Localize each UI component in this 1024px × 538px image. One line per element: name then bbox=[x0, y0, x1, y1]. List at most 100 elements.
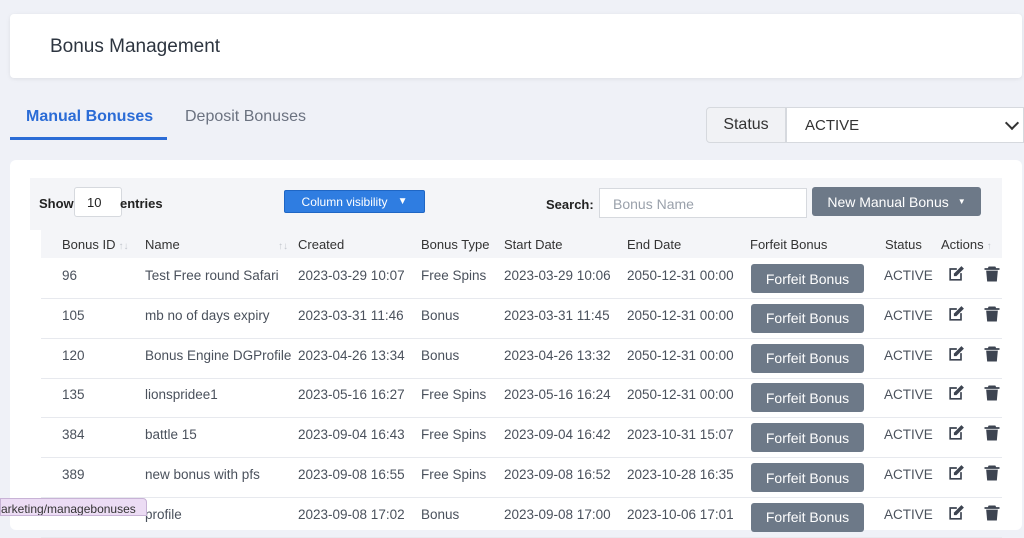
status-filter-label: Status bbox=[706, 107, 786, 143]
header-card: Bonus Management bbox=[10, 14, 1022, 78]
start-date-cell: 2023-03-29 10:06 bbox=[504, 268, 611, 283]
column-header-start-date[interactable]: Start Date bbox=[504, 237, 563, 252]
trash-icon[interactable] bbox=[982, 503, 1002, 523]
forfeit-bonus-button[interactable]: Forfeit Bonus bbox=[751, 264, 864, 293]
bonus-type-cell: Free Spins bbox=[421, 467, 487, 482]
created-cell: 2023-09-08 17:02 bbox=[298, 506, 405, 522]
name-cell: mb no of days expiry bbox=[145, 307, 270, 323]
new-manual-bonus-button[interactable]: New Manual Bonus ▼ bbox=[812, 187, 981, 216]
trash-icon[interactable] bbox=[982, 423, 1002, 443]
active-tab-underline bbox=[10, 137, 167, 140]
column-visibility-label: Column visibility bbox=[301, 194, 388, 209]
bonus-id-cell: 120 bbox=[62, 347, 85, 363]
bonus-type-cell: Bonus bbox=[421, 307, 460, 323]
name-cell: battle 15 bbox=[145, 427, 197, 443]
search-input[interactable]: Bonus Name bbox=[599, 188, 807, 218]
column-header-actions[interactable]: Actions ↑ bbox=[941, 237, 992, 252]
status-cell: ACTIVE bbox=[884, 387, 933, 403]
edit-icon[interactable] bbox=[946, 304, 966, 324]
sort-icon: ↑↓ bbox=[118, 241, 129, 252]
name-cell: new bonus with pfs bbox=[145, 467, 260, 482]
column-header-created[interactable]: Created bbox=[298, 237, 344, 252]
column-header-status[interactable]: Status bbox=[885, 237, 922, 252]
caret-down-icon: ▼ bbox=[957, 197, 966, 206]
created-cell: 2023-03-29 10:07 bbox=[298, 268, 405, 283]
forfeit-bonus-button[interactable]: Forfeit Bonus bbox=[751, 423, 864, 453]
start-date-cell: 2023-09-08 17:00 bbox=[504, 506, 611, 522]
bonus-type-cell: Bonus bbox=[421, 506, 460, 522]
page-length-select[interactable]: 10 bbox=[74, 187, 122, 217]
bonus-type-cell: Free Spins bbox=[421, 268, 487, 283]
end-date-cell: 2050-12-31 00:00 bbox=[627, 347, 734, 363]
triangle-down-icon: ▼ bbox=[397, 196, 408, 207]
new-manual-bonus-label: New Manual Bonus bbox=[827, 193, 949, 210]
forfeit-bonus-button[interactable]: Forfeit Bonus bbox=[751, 303, 864, 333]
status-cell: ACTIVE bbox=[884, 268, 933, 283]
trash-icon[interactable] bbox=[982, 344, 1002, 364]
start-date-cell: 2023-09-08 16:52 bbox=[504, 467, 611, 482]
show-label: Show bbox=[39, 196, 74, 211]
bonus-type-cell: Bonus bbox=[421, 347, 460, 363]
end-date-cell: 2023-10-31 15:07 bbox=[627, 427, 734, 443]
created-cell: 2023-03-31 11:46 bbox=[298, 307, 404, 323]
edit-icon[interactable] bbox=[946, 383, 966, 403]
start-date-cell: 2023-09-04 16:42 bbox=[504, 427, 611, 443]
forfeit-bonus-button[interactable]: Forfeit Bonus bbox=[751, 383, 864, 413]
status-cell: ACTIVE bbox=[884, 307, 933, 323]
bonus-type-cell: Free Spins bbox=[421, 427, 487, 443]
status-filter-value: ACTIVE bbox=[805, 116, 860, 134]
bonus-id-cell: 96 bbox=[62, 268, 78, 283]
bonus-type-cell: Free Spins bbox=[421, 387, 487, 403]
page-title: Bonus Management bbox=[50, 36, 221, 57]
trash-icon[interactable] bbox=[982, 264, 1002, 284]
column-header-forfeit-bonus[interactable]: Forfeit Bonus bbox=[750, 237, 827, 252]
trash-icon[interactable] bbox=[982, 304, 1002, 324]
bonus-id-cell: 135 bbox=[62, 387, 85, 403]
entries-label: entries bbox=[120, 196, 163, 211]
tab-manual-bonuses[interactable]: Manual Bonuses bbox=[26, 108, 153, 126]
name-cell: Bonus Engine DGProfile bbox=[145, 347, 292, 363]
start-date-cell: 2023-04-26 13:32 bbox=[504, 347, 611, 363]
forfeit-bonus-button[interactable]: Forfeit Bonus bbox=[751, 343, 864, 373]
name-cell: profile bbox=[145, 506, 182, 522]
end-date-cell: 2023-10-28 16:35 bbox=[627, 467, 734, 482]
created-cell: 2023-05-16 16:27 bbox=[298, 387, 405, 403]
bonus-id-cell: 384 bbox=[62, 427, 85, 443]
bonus-id-cell: 105 bbox=[62, 307, 85, 323]
forfeit-bonus-button[interactable]: Forfeit Bonus bbox=[751, 502, 864, 532]
tab-deposit-bonuses[interactable]: Deposit Bonuses bbox=[185, 108, 306, 126]
status-filter-select[interactable]: ACTIVE bbox=[786, 107, 1024, 143]
end-date-cell: 2023-10-06 17:01 bbox=[627, 506, 734, 522]
edit-icon[interactable] bbox=[946, 344, 966, 364]
edit-icon[interactable] bbox=[946, 423, 966, 443]
column-visibility-button[interactable]: Column visibility ▼ bbox=[284, 190, 425, 213]
sort-icon[interactable]: ↑↓ bbox=[275, 237, 288, 252]
column-header-name[interactable]: Name bbox=[145, 237, 180, 252]
status-cell: ACTIVE bbox=[884, 347, 933, 363]
column-header-bonus-type[interactable]: Bonus Type bbox=[421, 237, 489, 252]
trash-icon[interactable] bbox=[982, 463, 1002, 483]
edit-icon[interactable] bbox=[946, 503, 966, 523]
trash-icon[interactable] bbox=[982, 383, 1002, 403]
start-date-cell: 2023-03-31 11:45 bbox=[504, 307, 610, 323]
end-date-cell: 2050-12-31 00:00 bbox=[627, 268, 734, 283]
created-cell: 2023-09-04 16:43 bbox=[298, 427, 405, 443]
name-cell: Test Free round Safari bbox=[145, 268, 279, 283]
status-bar-url: arketing/managebonuses bbox=[0, 498, 147, 516]
column-header-bonus-id[interactable]: Bonus ID ↑↓ bbox=[62, 237, 128, 252]
sort-icon: ↑ bbox=[986, 241, 992, 252]
status-cell: ACTIVE bbox=[884, 427, 933, 443]
search-label: Search: bbox=[546, 197, 594, 212]
forfeit-bonus-button[interactable]: Forfeit Bonus bbox=[751, 463, 864, 492]
bonus-id-cell: 389 bbox=[62, 467, 85, 482]
start-date-cell: 2023-05-16 16:24 bbox=[504, 387, 611, 403]
end-date-cell: 2050-12-31 00:00 bbox=[627, 307, 734, 323]
name-cell: lionspridee1 bbox=[145, 387, 218, 403]
end-date-cell: 2050-12-31 00:00 bbox=[627, 387, 734, 403]
column-header-end-date[interactable]: End Date bbox=[627, 237, 681, 252]
status-cell: ACTIVE bbox=[884, 467, 933, 482]
edit-icon[interactable] bbox=[946, 264, 966, 284]
edit-icon[interactable] bbox=[946, 463, 966, 483]
status-cell: ACTIVE bbox=[884, 506, 933, 522]
chevron-down-icon bbox=[1004, 115, 1020, 131]
